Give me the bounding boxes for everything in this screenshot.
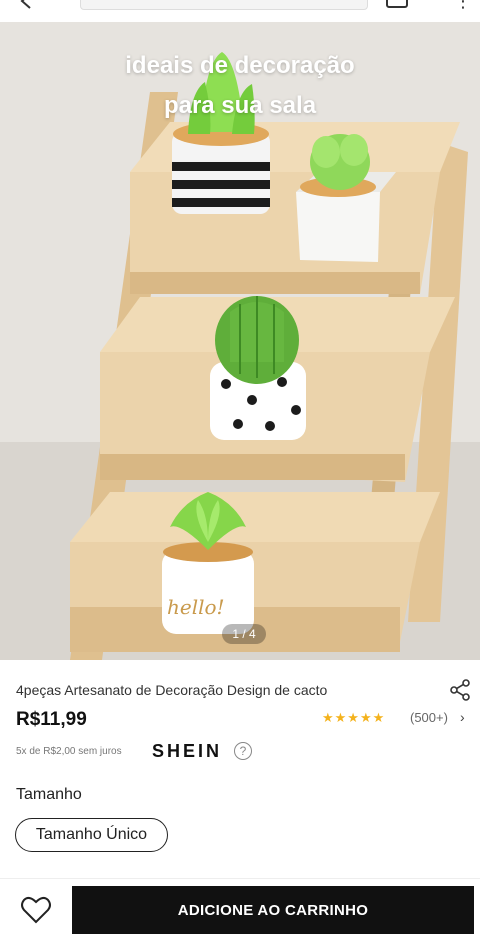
rating-stars[interactable]: ★★★★★ [322,710,385,726]
add-to-cart-button[interactable]: ADICIONE AO CARRINHO [72,886,474,934]
svg-text:hello!: hello! [167,595,225,619]
heart-icon[interactable] [20,895,52,925]
search-input[interactable] [80,0,368,10]
product-image-gallery[interactable]: hello! ideais de decoração para sua sala… [0,22,480,660]
installments-text: 5x de R$2,00 sem juros [16,746,122,757]
help-icon[interactable]: ? [234,742,252,760]
back-arrow-icon[interactable] [16,0,38,12]
share-icon[interactable] [448,678,472,702]
overlay-caption-line2: para sua sala [163,92,317,119]
size-label: Tamanho [16,786,82,803]
product-price: R$11,99 [16,709,87,730]
more-icon[interactable]: ⋮ [454,0,472,10]
top-bar: ⋮ [0,0,480,22]
size-option-single[interactable]: Tamanho Único [15,818,168,852]
overlay-caption-line1: ideais de decoração [125,52,355,79]
chevron-right-icon[interactable]: › [460,709,465,725]
rating-count[interactable]: (500+) [410,710,448,725]
bottom-action-bar: ADICIONE AO CARRINHO [0,878,480,934]
product-title: 4peças Artesanato de Decoração Design de… [16,682,328,698]
image-pager: 1 / 4 [222,624,266,644]
brand-logo: SHEIN [152,741,223,761]
shopping-bag-icon[interactable] [386,0,408,8]
